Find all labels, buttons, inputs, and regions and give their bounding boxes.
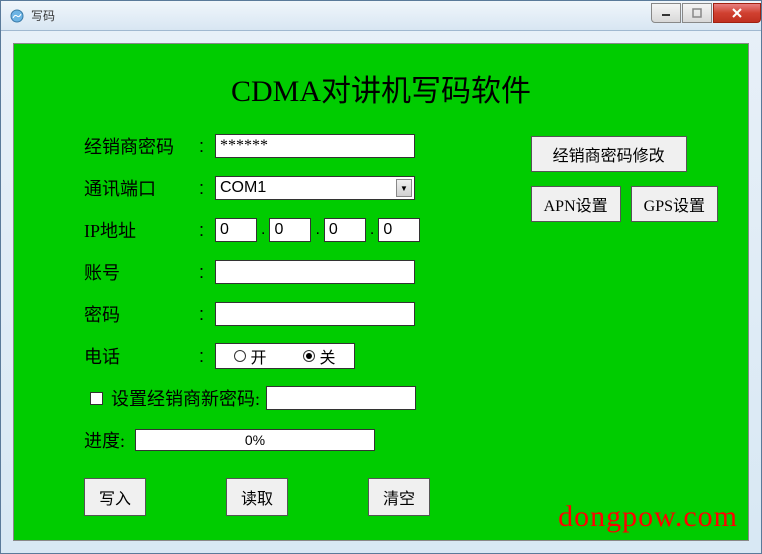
main-panel: CDMA对讲机写码软件 经销商密码 : 通讯端口 : COM1 ▼ IP地址 (13, 43, 749, 541)
apn-settings-button[interactable]: APN设置 (531, 186, 621, 222)
new-dealer-password-input[interactable] (266, 386, 416, 410)
window-title: 写码 (31, 7, 650, 24)
account-input[interactable] (215, 260, 415, 284)
dealer-password-input[interactable] (215, 134, 415, 158)
write-button[interactable]: 写入 (84, 478, 146, 516)
change-dealer-password-button[interactable]: 经销商密码修改 (531, 136, 687, 172)
window-controls (650, 3, 761, 23)
ip-octet-2[interactable] (269, 218, 311, 242)
radio-icon (303, 350, 315, 362)
titlebar: 写码 (1, 1, 761, 31)
page-title: CDMA对讲机写码软件 (44, 66, 718, 110)
app-window: 写码 CDMA对讲机写码软件 经销商密码 : 通讯端 (0, 0, 762, 554)
ip-address-group: . . . (215, 218, 420, 242)
ip-octet-3[interactable] (324, 218, 366, 242)
watermark-text: dongpow.com (558, 500, 738, 534)
progress-text: 0% (245, 432, 265, 448)
client-area: CDMA对讲机写码软件 经销商密码 : 通讯端口 : COM1 ▼ IP地址 (1, 31, 761, 553)
password-input[interactable] (215, 302, 415, 326)
phone-on-radio[interactable]: 开 (234, 344, 266, 368)
radio-icon (234, 350, 246, 362)
close-button[interactable] (713, 3, 761, 23)
phone-off-radio[interactable]: 关 (303, 344, 335, 368)
com-port-label: 通讯端口 (84, 175, 199, 201)
com-port-select[interactable]: COM1 ▼ (215, 176, 415, 200)
progress-bar: 0% (135, 429, 375, 451)
phone-label: 电话 (84, 343, 199, 369)
maximize-button[interactable] (682, 3, 712, 23)
chevron-down-icon: ▼ (396, 179, 412, 197)
ip-octet-1[interactable] (215, 218, 257, 242)
minimize-button[interactable] (651, 3, 681, 23)
password-label: 密码 (84, 301, 199, 327)
com-port-value: COM1 (220, 179, 410, 197)
progress-label: 进度: (84, 427, 125, 453)
phone-radio-group: 开 关 (215, 343, 355, 369)
account-label: 账号 (84, 259, 199, 285)
ip-address-label: IP地址 (84, 217, 199, 243)
ip-octet-4[interactable] (378, 218, 420, 242)
read-button[interactable]: 读取 (226, 478, 288, 516)
dealer-password-label: 经销商密码 (84, 133, 199, 159)
app-icon (9, 8, 25, 24)
gps-settings-button[interactable]: GPS设置 (631, 186, 718, 222)
side-button-group: 经销商密码修改 APN设置 GPS设置 (531, 136, 718, 222)
clear-button[interactable]: 清空 (368, 478, 430, 516)
set-new-password-checkbox[interactable] (90, 392, 103, 405)
set-new-password-label: 设置经销商新密码: (111, 385, 260, 411)
